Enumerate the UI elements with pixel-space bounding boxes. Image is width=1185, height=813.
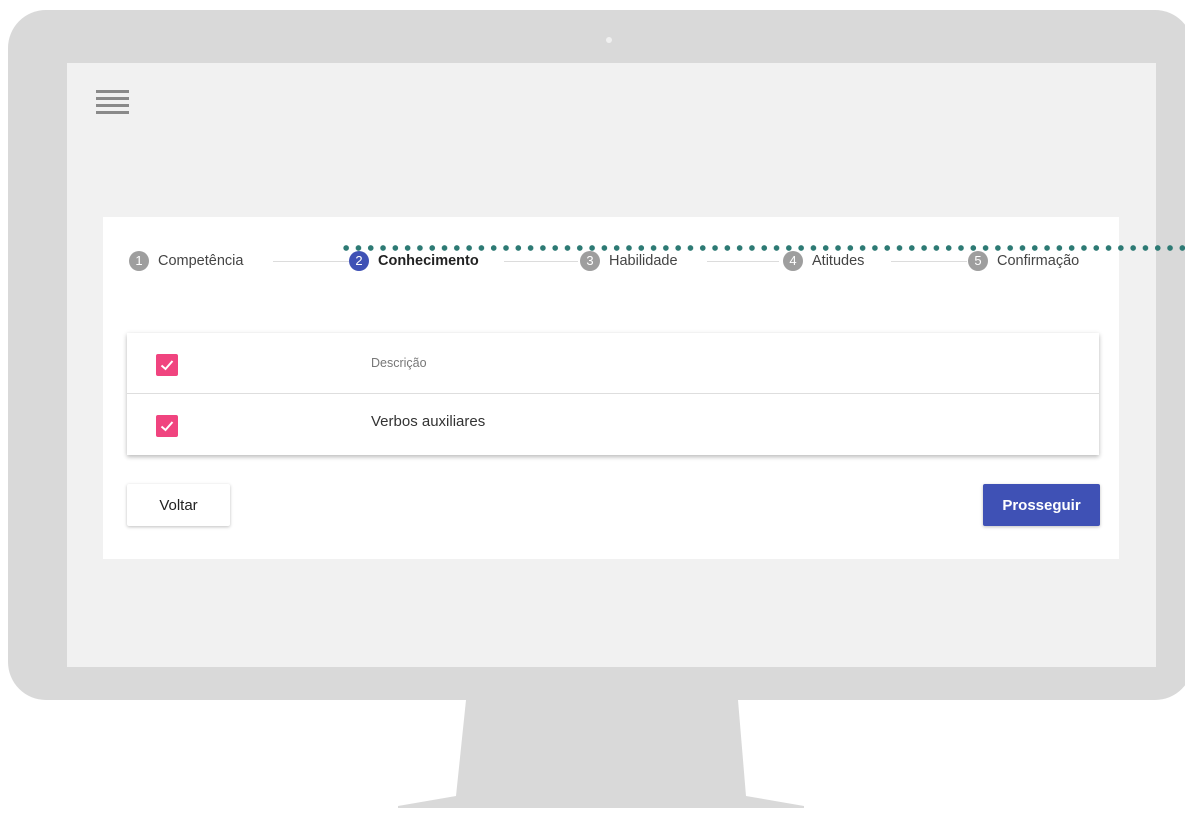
dotted-annotation-line [340, 244, 1185, 252]
step-connector [891, 261, 967, 262]
step-label: Habilidade [609, 253, 678, 269]
step-connector [504, 261, 578, 262]
select-all-checkbox[interactable] [156, 354, 178, 376]
data-table: Descrição Verbos auxiliares [127, 333, 1099, 455]
step-habilidade[interactable]: 3 Habilidade [580, 251, 678, 271]
table-row[interactable]: Verbos auxiliares [127, 394, 1099, 454]
step-label: Atitudes [812, 253, 865, 269]
checkmark-icon [160, 360, 174, 371]
step-number: 4 [783, 251, 803, 271]
step-number: 2 [349, 251, 369, 271]
step-number: 5 [968, 251, 988, 271]
back-button[interactable]: Voltar [127, 484, 230, 526]
step-connector [707, 261, 779, 262]
row-description: Verbos auxiliares [371, 413, 486, 430]
camera-dot [606, 37, 612, 43]
next-button[interactable]: Prosseguir [983, 484, 1100, 526]
monitor-frame: 1 Competência 2 Conhecimento 3 Habilidad… [8, 10, 1185, 700]
step-confirmacao[interactable]: 5 Confirmação [968, 251, 1079, 271]
checkmark-icon [160, 421, 174, 432]
monitor-stand [398, 700, 804, 808]
step-label: Confirmação [997, 253, 1080, 269]
step-conhecimento[interactable]: 2 Conhecimento [349, 251, 479, 271]
step-label: Conhecimento [378, 253, 479, 269]
step-number: 3 [580, 251, 600, 271]
step-atitudes[interactable]: 4 Atitudes [783, 251, 864, 271]
row-checkbox[interactable] [156, 415, 178, 437]
stepper-card: 1 Competência 2 Conhecimento 3 Habilidad… [103, 217, 1119, 559]
screen: 1 Competência 2 Conhecimento 3 Habilidad… [67, 63, 1156, 667]
step-connector [273, 261, 349, 262]
column-header-descricao[interactable]: Descrição [371, 333, 427, 393]
step-label: Competência [158, 253, 244, 269]
table-header-row: Descrição [127, 333, 1099, 394]
step-number: 1 [129, 251, 149, 271]
step-competencia[interactable]: 1 Competência [129, 251, 243, 271]
hamburger-menu-icon[interactable] [96, 90, 129, 114]
